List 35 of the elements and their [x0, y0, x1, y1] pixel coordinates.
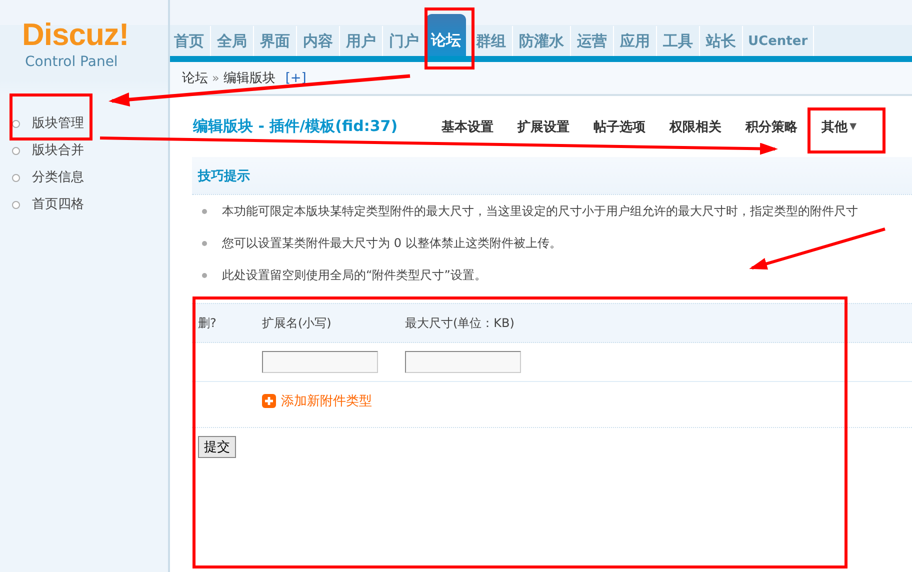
settings-tab[interactable]: 帖子选项 — [594, 118, 646, 136]
settings-tab[interactable]: 扩展设置 — [518, 118, 570, 136]
sidebar-item[interactable]: 版块管理 — [12, 115, 84, 133]
tip-text: 本功能可限定本版块某特定类型附件的最大尺寸，当这里设定的尺寸小于用户组允许的最大尺寸时，指定类型的附件尺寸 — [222, 202, 858, 220]
breadcrumb-separator: » — [212, 71, 220, 85]
submit-button[interactable]: 提交 — [198, 436, 236, 458]
column-header: 删? — [197, 314, 218, 332]
nav-tab[interactable]: 论坛 — [426, 14, 466, 56]
logo-wordmark: Discuz! — [22, 18, 129, 52]
tips-title: 技巧提示 — [198, 168, 250, 184]
page-title: 编辑版块 - 插件/模板(fid:37) — [193, 117, 398, 136]
settings-tab[interactable]: 其他▼ — [822, 118, 857, 136]
max-size-input[interactable] — [405, 351, 521, 373]
plus-icon — [262, 394, 276, 408]
settings-tab[interactable]: 基本设置 — [442, 118, 494, 136]
breadcrumb-link[interactable]: 编辑版块 — [223, 69, 276, 87]
sidebar-item[interactable]: 分类信息 — [12, 169, 84, 187]
bullet-icon — [202, 208, 207, 214]
column-header: 扩展名(小写) — [262, 314, 332, 332]
caret-icon: ▼ — [850, 122, 857, 132]
tip-text: 您可以设置某类附件最大尺寸为 0 以整体禁止这类附件被上传。 — [222, 234, 562, 252]
extension-input[interactable] — [262, 351, 378, 373]
column-header: 最大尺寸(单位：KB) — [405, 314, 516, 332]
add-type-link[interactable]: 添加新附件类型 — [262, 392, 372, 410]
settings-tab[interactable]: 积分策略 — [746, 118, 798, 136]
bullet-icon — [202, 240, 207, 246]
expand-link[interactable]: [+] — [285, 70, 306, 86]
highlight-box — [424, 8, 474, 70]
breadcrumb-link[interactable]: 论坛 — [182, 69, 208, 87]
sidebar-item[interactable]: 版块合并 — [12, 142, 84, 160]
tip-text: 此处设置留空则使用全局的“附件类型尺寸”设置。 — [222, 266, 486, 284]
logo-subtitle: Control Panel — [25, 53, 118, 72]
bullet-icon — [202, 272, 207, 278]
sidebar-item[interactable]: 首页四格 — [12, 196, 84, 214]
settings-tab[interactable]: 权限相关 — [670, 118, 722, 136]
